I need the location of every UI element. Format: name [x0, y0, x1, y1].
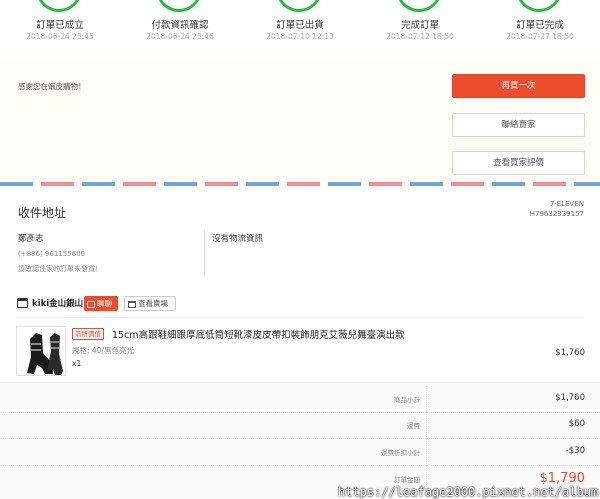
carrier-info: 7-ELEVEN H79632939157 [530, 199, 584, 219]
step-check-icon [36, 0, 82, 12]
address-note: 請確認住家的訂單未發貨！ [18, 265, 102, 273]
tracking-number: H79632939157 [529, 210, 584, 218]
step-time: 2018-06-24 23:45 [26, 32, 94, 41]
watermark-url: https://leafage2000.pixnet.net/album [337, 484, 598, 499]
buy-again-button[interactable]: 再買一次 [452, 74, 585, 98]
chat-icon [87, 300, 95, 308]
step-label: 訂單已成立 [36, 20, 84, 31]
divider [426, 438, 427, 466]
order-total-label: 訂單金額 [394, 476, 420, 484]
shop-icon [17, 298, 28, 308]
step-time: 2018-07-10 12:13 [266, 32, 334, 41]
step-check-icon [156, 0, 202, 12]
product-badge: 前所價值 [72, 328, 104, 340]
boot-image [27, 333, 63, 375]
step-time: 2018-07-27 18:50 [506, 32, 574, 41]
step-label: 訂單已完成 [516, 20, 564, 31]
recipient-name: 鄭彥志 [18, 234, 44, 244]
store-icon [128, 300, 136, 308]
view-shop-button[interactable]: 查看賣場 [124, 296, 176, 311]
thanks-message: 感謝您在蝦皮購物！ [18, 82, 86, 91]
subtotal-row: 商品小計 $1,760 [0, 385, 600, 413]
shop-header: kiki金山銀山 聊聊 查看賣場 [0, 286, 600, 322]
chat-button[interactable]: 聊聊 [84, 296, 118, 311]
shipping-fee-value: $60 [568, 419, 585, 429]
logistics-info: 沒有物流資訊 [212, 234, 264, 244]
contact-seller-button[interactable]: 聯絡賣家 [452, 113, 585, 137]
address-title: 收件地址 [18, 206, 67, 220]
shipping-discount-value: -$30 [565, 446, 585, 456]
shipping-fee-label: 運費 [407, 422, 420, 430]
subtotal-value: $1,760 [555, 393, 585, 403]
shop-name[interactable]: kiki金山銀山 [32, 297, 83, 309]
step-label: 付款資訊確認 [151, 20, 209, 31]
carrier-name: 7-ELEVEN [549, 200, 584, 208]
step-check-icon [516, 0, 562, 12]
shipping-address-section: 收件地址 7-ELEVEN H79632939157 鄭彥志 (+886) 96… [0, 186, 600, 286]
product-variation: 規格: 40/黑色亮光 [72, 346, 134, 355]
step-label: 完成訂單 [400, 20, 439, 31]
view-shop-label: 查看賣場 [138, 299, 168, 308]
shipping-fee-row: 運費 $60 [0, 411, 600, 439]
product-name[interactable]: 15cm高跟鞋細跟厚底低筒短靴漆皮皮帶扣裝飾朋克艾薇兒舞臺演出款 [112, 327, 405, 341]
step-time: 2018-06-24 23:46 [146, 32, 214, 41]
step-label: 訂單已出貨 [276, 20, 324, 31]
product-thumbnail[interactable] [16, 326, 66, 376]
divider [426, 385, 427, 413]
order-totals: 商品小計 $1,760 運費 $60 運費折扣小計 -$30 訂單金額 $1,7… [0, 382, 600, 499]
order-actions-panel: 感謝您在蝦皮購物！ 再買一次 聯絡賣家 查看買家評價 [0, 62, 600, 182]
divider [16, 317, 584, 318]
view-rating-button[interactable]: 查看買家評價 [452, 151, 585, 175]
step-check-icon [396, 0, 442, 12]
recipient-phone: (+886) 961155600 [18, 250, 85, 258]
product-price: $1,760 [555, 348, 585, 358]
order-progress: 訂單已成立 2018-06-24 23:45 付款資訊確認 2018-06-24… [0, 0, 600, 56]
divider [204, 230, 205, 275]
subtotal-label: 商品小計 [394, 396, 420, 404]
step-check-icon [276, 0, 322, 12]
chat-label: 聊聊 [97, 299, 112, 308]
order-item[interactable]: 前所價值 15cm高跟鞋細跟厚底低筒短靴漆皮皮帶扣裝飾朋克艾薇兒舞臺演出款 規格… [0, 322, 600, 382]
product-quantity: x1 [72, 359, 82, 368]
divider [426, 411, 427, 439]
shipping-discount-row: 運費折扣小計 -$30 [0, 438, 600, 466]
step-time: 2018-07-12 18:50 [386, 32, 454, 41]
shipping-discount-label: 運費折扣小計 [381, 449, 420, 457]
